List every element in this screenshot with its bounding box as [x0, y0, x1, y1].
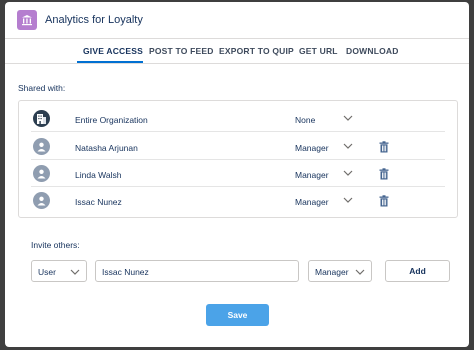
access-select[interactable]: Manager — [295, 197, 329, 207]
tab-get-url[interactable]: GET URL — [299, 46, 338, 56]
list-item: Entire Organization None — [19, 105, 457, 132]
shared-name: Natasha Arjunan — [75, 143, 138, 153]
trash-icon[interactable] — [379, 195, 389, 207]
shared-name: Entire Organization — [75, 115, 148, 125]
access-select[interactable]: Manager — [295, 143, 329, 153]
share-modal: Analytics for Loyalty GIVE ACCESS POST T… — [5, 2, 469, 347]
list-item: Natasha Arjunan Manager — [19, 133, 457, 160]
invite-others-label: Invite others: — [31, 240, 80, 250]
chevron-down-icon — [70, 269, 80, 275]
invite-access-value: Manager — [315, 267, 349, 277]
user-icon — [33, 138, 50, 155]
user-icon — [33, 165, 50, 182]
user-icon — [33, 192, 50, 209]
building-icon — [33, 110, 50, 127]
modal-header: Analytics for Loyalty — [5, 2, 469, 39]
access-select[interactable]: None — [295, 115, 315, 125]
divider — [31, 131, 445, 132]
save-button[interactable]: Save — [206, 304, 269, 326]
add-button[interactable]: Add — [385, 260, 450, 282]
shared-list: Entire Organization None Natasha Arjunan… — [18, 100, 458, 218]
trash-icon[interactable] — [379, 168, 389, 180]
building-icon — [17, 10, 37, 30]
shared-name: Issac Nunez — [75, 197, 122, 207]
chevron-down-icon[interactable] — [343, 142, 353, 150]
tab-export-to-quip[interactable]: EXPORT TO QUIP — [219, 46, 294, 56]
shared-with-label: Shared with: — [18, 83, 66, 93]
chevron-down-icon[interactable] — [343, 169, 353, 177]
invite-type-select[interactable]: User — [31, 260, 87, 282]
tab-bar: GIVE ACCESS POST TO FEED EXPORT TO QUIP … — [5, 40, 469, 64]
access-select[interactable]: Manager — [295, 170, 329, 180]
list-item: Linda Walsh Manager — [19, 160, 457, 187]
chevron-down-icon[interactable] — [343, 114, 353, 122]
trash-icon[interactable] — [379, 141, 389, 153]
list-item: Issac Nunez Manager — [19, 187, 457, 214]
active-tab-indicator — [77, 61, 143, 63]
modal-title: Analytics for Loyalty — [45, 14, 143, 26]
invite-access-select[interactable]: Manager — [308, 260, 372, 282]
invite-type-value: User — [38, 267, 56, 277]
chevron-down-icon — [355, 269, 365, 275]
tab-post-to-feed[interactable]: POST TO FEED — [149, 46, 214, 56]
invite-name-value: Issac Nunez — [102, 267, 149, 277]
tab-download[interactable]: DOWNLOAD — [346, 46, 399, 56]
chevron-down-icon[interactable] — [343, 196, 353, 204]
invite-name-input[interactable]: Issac Nunez — [95, 260, 299, 282]
shared-name: Linda Walsh — [75, 170, 122, 180]
tab-give-access[interactable]: GIVE ACCESS — [83, 46, 143, 56]
